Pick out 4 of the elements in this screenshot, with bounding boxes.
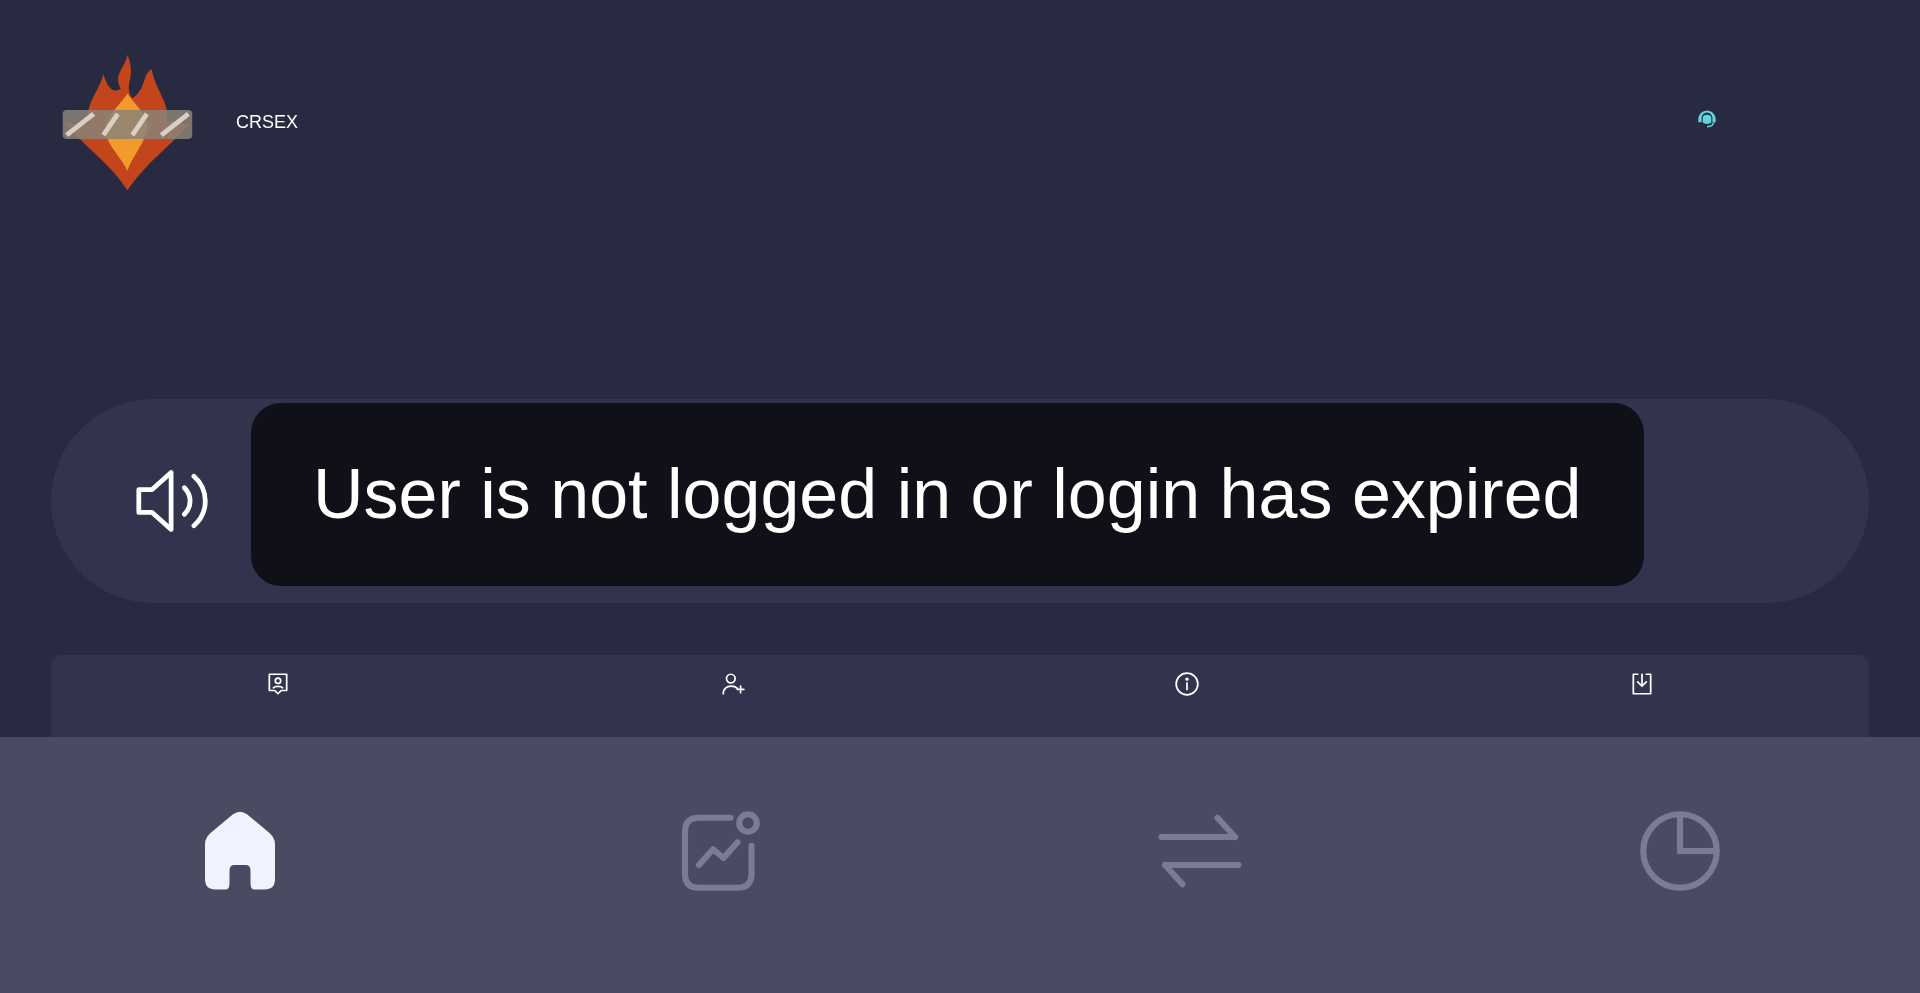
- add-user-icon[interactable]: [719, 671, 746, 697]
- toast-message: User is not logged in or login has expired: [313, 454, 1582, 534]
- brand-name: CRSEX: [236, 112, 298, 133]
- info-icon[interactable]: [1174, 671, 1201, 697]
